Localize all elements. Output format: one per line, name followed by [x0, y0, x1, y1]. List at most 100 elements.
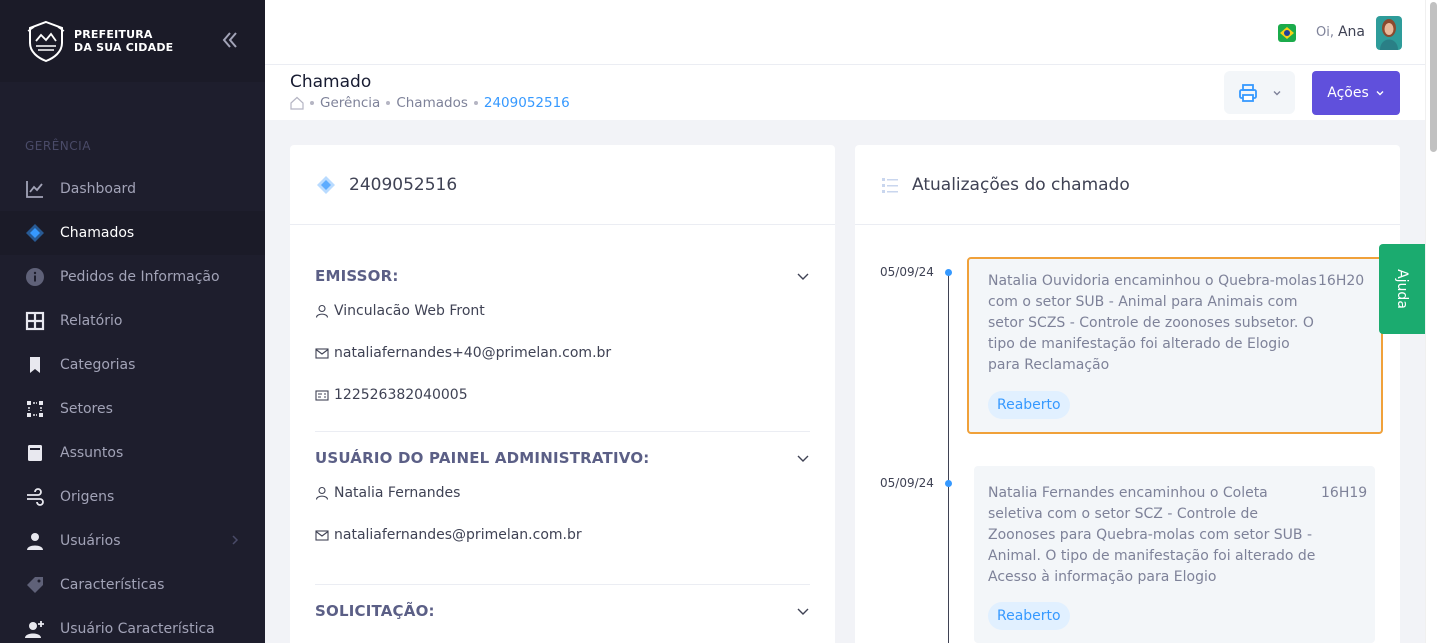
admin-user-name-field: Natalia Fernandes — [315, 485, 460, 501]
emissor-title: EMISSOR: — [315, 267, 399, 285]
breadcrumb-current: 2409052516 — [483, 95, 570, 111]
emissor-email-field: nataliafernandes+40@primelan.com.br — [315, 345, 611, 361]
emissor-name-field: Vinculacão Web Front — [315, 303, 485, 319]
sidebar: PREFEITURA DA SUA CIDADE GERÊNCIA Dashbo… — [0, 0, 265, 643]
grid-icon — [25, 311, 45, 331]
sidebar-item-chamados[interactable]: Chamados — [0, 211, 265, 255]
avatar[interactable] — [1376, 16, 1402, 50]
sidebar-item-setores[interactable]: Setores — [0, 387, 265, 431]
sidebar-item-label: Setores — [60, 401, 113, 417]
sidebar-item-categorias[interactable]: Categorias — [0, 343, 265, 387]
top-header: Oi, Ana — [265, 0, 1425, 65]
sidebar-item-label: Categorias — [60, 357, 136, 373]
brand-name: PREFEITURA DA SUA CIDADE — [74, 28, 174, 54]
id-card-icon — [315, 390, 329, 401]
status-badge: Reaberto — [988, 602, 1070, 630]
bookmark-icon — [25, 355, 45, 375]
printer-icon — [1239, 83, 1257, 102]
sidebar-item-relatorio[interactable]: Relatório — [0, 299, 265, 343]
timeline-entry-text: Natalia Fernandes encaminhou o Coleta se… — [988, 485, 1316, 585]
user-plus-icon — [25, 619, 45, 639]
help-tab[interactable]: Ajuda — [1379, 244, 1425, 334]
brazil-flag-icon[interactable] — [1278, 24, 1296, 42]
sidebar-item-label: Origens — [60, 489, 115, 505]
print-button[interactable] — [1224, 71, 1295, 114]
sidebar-item-label: Dashboard — [60, 181, 136, 197]
sidebar-item-caracteristicas[interactable]: Características — [0, 563, 265, 607]
emissor-section[interactable]: EMISSOR: Vinculacão Web Front nataliafer… — [315, 267, 810, 403]
ticket-number: 2409052516 — [349, 174, 458, 195]
mail-icon — [315, 530, 329, 541]
sidebar-item-assuntos[interactable]: Assuntos — [0, 431, 265, 475]
chevron-down-icon — [1273, 90, 1281, 95]
sidebar-item-label: Usuários — [60, 533, 121, 549]
sidebar-item-label: Características — [60, 577, 165, 593]
user-icon — [315, 304, 329, 318]
sidebar-item-origens[interactable]: Origens — [0, 475, 265, 519]
brand[interactable]: PREFEITURA DA SUA CIDADE — [0, 0, 265, 82]
ticket-card-header: 2409052516 — [290, 145, 835, 225]
scrollbar-thumb[interactable] — [1430, 2, 1437, 152]
sidebar-item-label: Chamados — [60, 225, 135, 241]
tag-icon — [25, 575, 45, 595]
admin-user-section[interactable]: USUÁRIO DO PAINEL ADMINISTRATIVO: Natali… — [315, 449, 810, 543]
home-icon[interactable] — [290, 96, 304, 110]
solicitacao-title: SOLICITAÇÃO: — [315, 602, 435, 620]
admin-user-email-field: nataliafernandes@primelan.com.br — [315, 527, 582, 543]
sidebar-item-label: Pedidos de Informação — [60, 269, 220, 285]
book-icon — [25, 443, 45, 463]
updates-title: Atualizações do chamado — [912, 174, 1130, 195]
chevron-down-icon — [1376, 91, 1384, 96]
emissor-document-field: 122526382040005 — [315, 387, 468, 403]
section-divider — [315, 584, 810, 585]
ticket-icon — [25, 223, 45, 243]
breadcrumb-chamados[interactable]: Chamados — [396, 95, 468, 111]
solicitacao-section[interactable]: SOLICITAÇÃO: — [315, 602, 810, 620]
page-title: Chamado — [290, 72, 372, 92]
timeline-dot — [945, 269, 952, 276]
section-divider — [315, 431, 810, 432]
chevron-right-icon — [232, 535, 239, 545]
chart-line-icon — [25, 179, 45, 199]
collapse-sidebar-icon[interactable] — [218, 28, 242, 52]
timeline-dot — [945, 480, 952, 487]
sidebar-item-dashboard[interactable]: Dashboard — [0, 167, 265, 211]
list-icon — [882, 177, 898, 193]
city-crest-logo — [27, 20, 65, 63]
page-scrollbar[interactable] — [1425, 0, 1440, 643]
subheader: Chamado Gerência Chamados 2409052516 Açõ… — [265, 65, 1425, 120]
menu-section-label: GERÊNCIA — [25, 139, 91, 153]
sidebar-item-label: Relatório — [60, 313, 123, 329]
timeline-line — [948, 272, 949, 643]
chevron-down-icon[interactable] — [796, 604, 810, 618]
user-icon — [315, 486, 329, 500]
sidebar-menu: Dashboard Chamados Pedidos de Informação… — [0, 167, 265, 643]
status-badge: Reaberto — [988, 391, 1070, 419]
sidebar-item-pedidos[interactable]: Pedidos de Informação — [0, 255, 265, 299]
sidebar-item-label: Usuário Característica — [60, 621, 215, 637]
help-label: Ajuda — [1394, 269, 1410, 309]
updates-card-header: Atualizações do chamado — [855, 145, 1400, 225]
breadcrumb-gerencia[interactable]: Gerência — [320, 95, 380, 111]
admin-user-title: USUÁRIO DO PAINEL ADMINISTRATIVO: — [315, 449, 650, 467]
user-icon — [25, 531, 45, 551]
sidebar-item-label: Assuntos — [60, 445, 124, 461]
chevron-down-icon[interactable] — [796, 269, 810, 283]
ticket-icon — [317, 175, 335, 194]
user-greeting[interactable]: Oi, Ana — [1316, 24, 1365, 40]
sidebar-item-usuario-caracteristica[interactable]: Usuário Característica — [0, 607, 265, 643]
timeline-date: 05/09/24 — [880, 265, 934, 279]
chevron-down-icon[interactable] — [796, 451, 810, 465]
wind-icon — [25, 487, 45, 507]
timeline-date: 05/09/24 — [880, 476, 934, 490]
timeline-entry-time: 16H20 — [1318, 273, 1365, 289]
actions-button[interactable]: Ações — [1312, 71, 1400, 115]
sectors-icon — [25, 399, 45, 419]
sidebar-item-usuarios[interactable]: Usuários — [0, 519, 265, 563]
timeline-entry-time: 16H19 — [1321, 485, 1368, 501]
timeline-entry-text: Natalia Ouvidoria encaminhou o Quebra-mo… — [988, 273, 1317, 373]
breadcrumb: Gerência Chamados 2409052516 — [290, 95, 570, 111]
mail-icon — [315, 348, 329, 359]
ticket-card: 2409052516 EMISSOR: Vinculacão Web Front… — [290, 145, 835, 643]
info-icon — [25, 267, 45, 287]
